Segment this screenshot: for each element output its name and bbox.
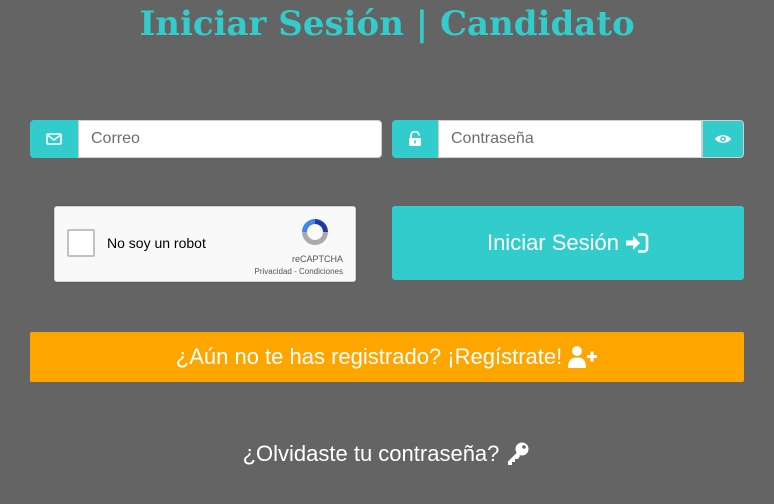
login-button-label: Iniciar Sesión <box>486 230 620 255</box>
password-addon <box>392 120 438 158</box>
key-icon <box>508 442 529 465</box>
forgot-password-label: ¿Olvidaste tu contraseña? <box>242 441 500 466</box>
envelope-icon <box>46 133 62 145</box>
user-plus-icon <box>568 346 598 368</box>
forgot-password-link[interactable]: ¿Olvidaste tu contraseña? <box>0 436 774 472</box>
toggle-password-button[interactable] <box>702 120 744 158</box>
recaptcha-logo-icon <box>302 219 328 245</box>
page-title: Iniciar Sesión | Candidato <box>139 4 635 44</box>
recaptcha-brand: reCAPTCHA <box>291 254 343 264</box>
recaptcha-label: No soy un robot <box>107 235 206 251</box>
email-field[interactable] <box>78 120 382 158</box>
register-button[interactable]: ¿Aún no te has registrado? ¡Regístrate! <box>30 332 744 382</box>
recaptcha-links[interactable]: Privacidad - Condiciones <box>255 267 344 276</box>
unlock-icon <box>409 131 421 146</box>
eye-icon <box>715 135 731 143</box>
register-button-label: ¿Aún no te has registrado? ¡Regístrate! <box>175 344 563 369</box>
password-field[interactable] <box>438 120 702 158</box>
recaptcha-widget: No soy un robot reCAPTCHA Privacidad - C… <box>54 206 356 282</box>
email-addon <box>30 120 78 158</box>
sign-in-icon <box>626 233 649 253</box>
login-button[interactable]: Iniciar Sesión <box>392 206 744 280</box>
recaptcha-checkbox[interactable] <box>67 229 95 257</box>
